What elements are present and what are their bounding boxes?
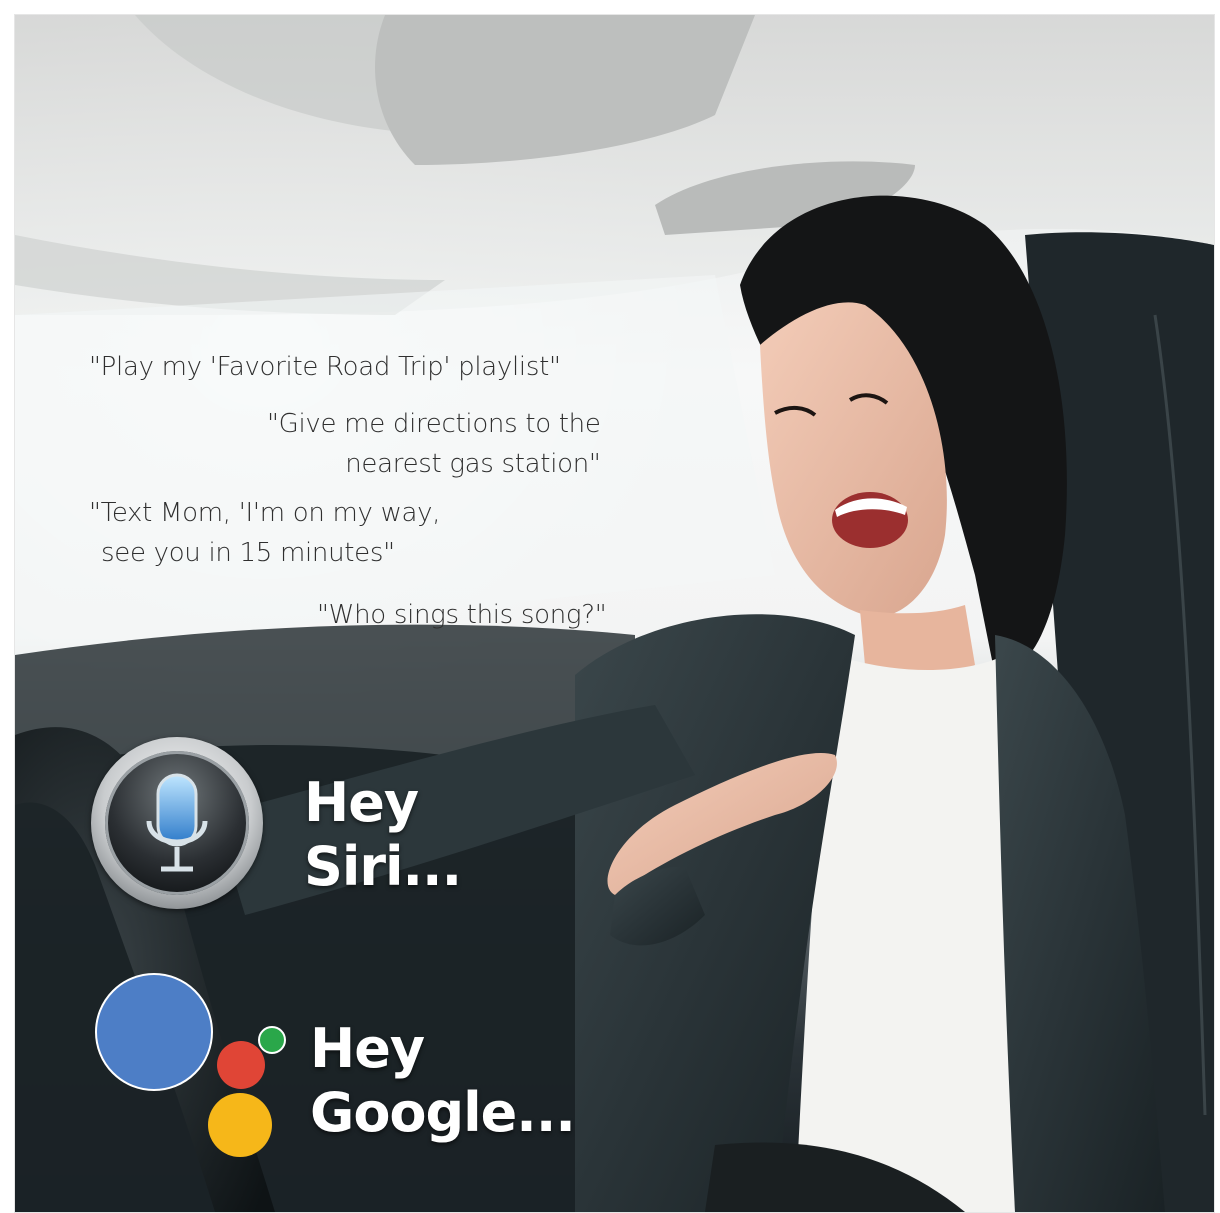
quote-text-mom-line2: see you in 15 minutes"	[101, 538, 395, 568]
hey-siri-label: Hey Siri...	[304, 771, 462, 899]
quote-playlist: "Play my 'Favorite Road Trip' playlist"	[89, 352, 561, 382]
quote-text-mom-line1: "Text Mom, 'I'm on my way,	[89, 498, 441, 528]
google-red-dot	[217, 1041, 265, 1089]
quote-song: "Who sings this song?"	[317, 600, 607, 630]
google-blue-dot	[95, 973, 213, 1091]
quote-directions-line1: "Give me directions to the	[267, 409, 601, 439]
hey-siri-line1: Hey	[304, 771, 419, 834]
quote-text-mom: "Text Mom, 'I'm on my way, see you in 15…	[89, 493, 441, 573]
hey-siri-line2: Siri...	[304, 835, 462, 898]
hey-google-line1: Hey	[310, 1017, 425, 1080]
google-yellow-dot	[208, 1093, 272, 1157]
siri-logo	[91, 737, 263, 909]
quote-directions: "Give me directions to the nearest gas s…	[267, 404, 601, 484]
quote-directions-line2: nearest gas station"	[345, 449, 601, 479]
ad-image: "Play my 'Favorite Road Trip' playlist" …	[14, 14, 1215, 1213]
hey-google-line2: Google...	[310, 1081, 576, 1144]
google-green-dot	[258, 1026, 286, 1054]
microphone-icon	[146, 773, 208, 872]
hey-google-label: Hey Google...	[310, 1017, 576, 1145]
